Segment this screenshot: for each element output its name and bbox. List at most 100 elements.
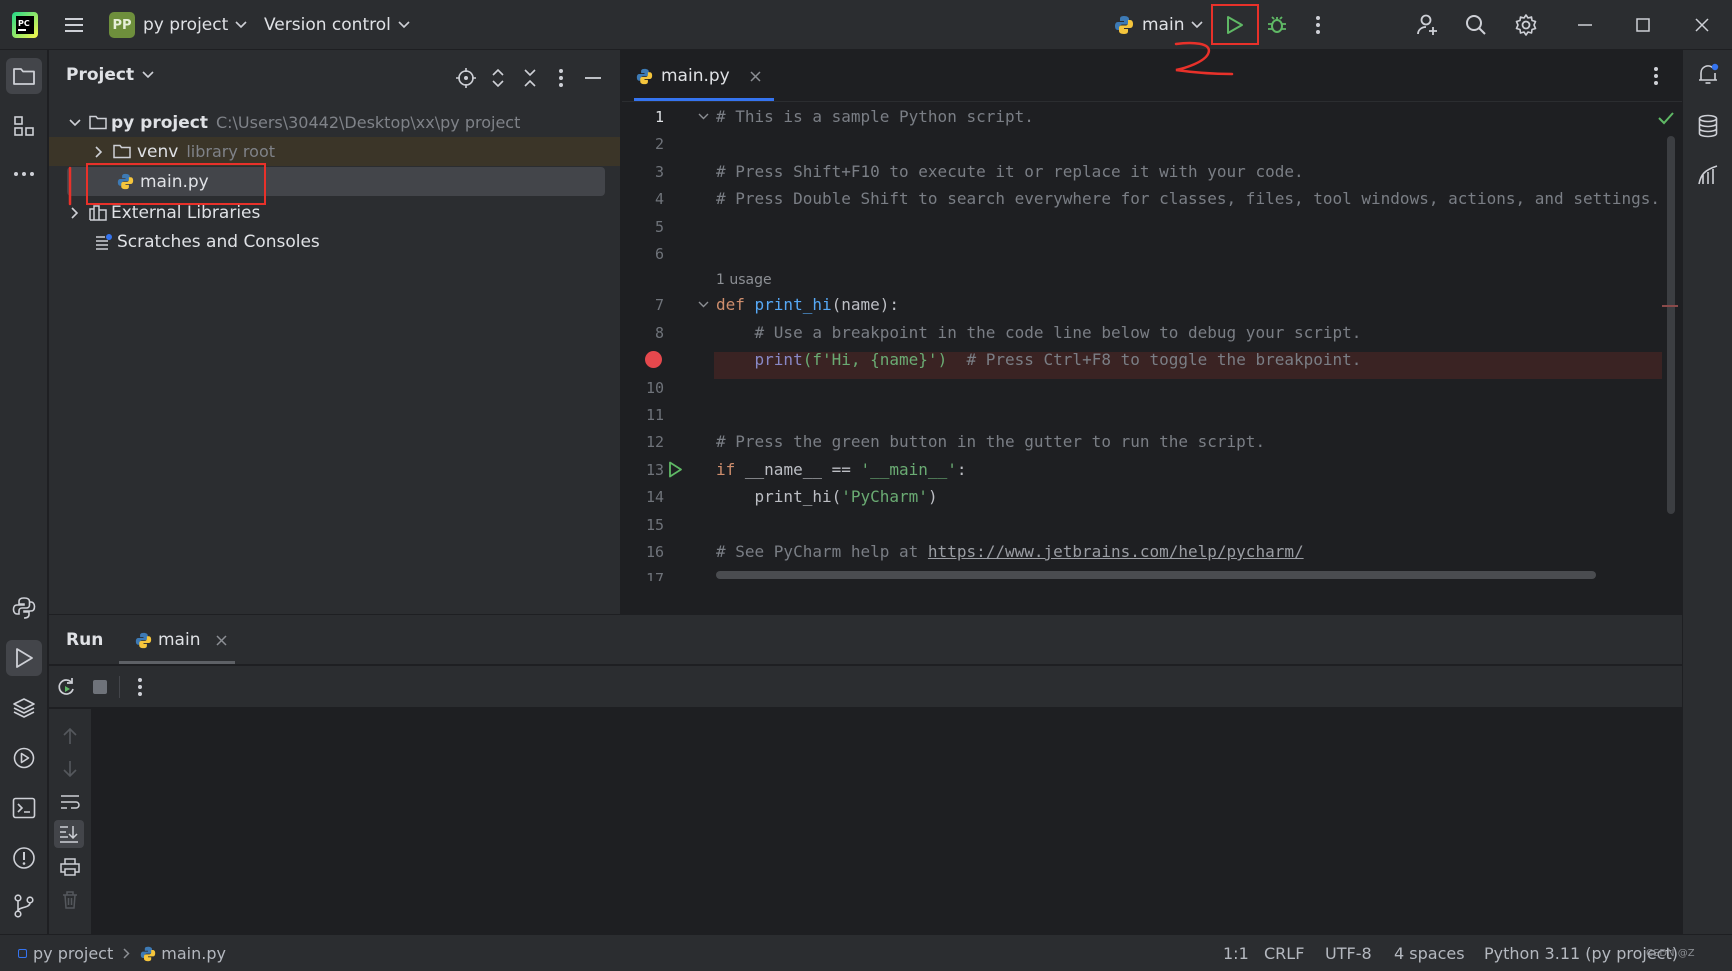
project-switcher[interactable]: PP py project <box>109 0 247 50</box>
collapse-all-button[interactable] <box>516 64 544 92</box>
locate-file-button[interactable] <box>452 64 480 92</box>
svg-text:PC: PC <box>18 19 30 28</box>
minimize-icon <box>585 77 601 79</box>
chart-icon <box>1698 165 1718 185</box>
maximize-icon <box>1636 18 1650 32</box>
git-tool-button[interactable] <box>6 888 42 924</box>
line-number: 15 <box>645 515 664 534</box>
layers-icon <box>13 698 35 718</box>
left-tool-strip <box>0 50 48 934</box>
tree-item-label: main.py <box>140 171 209 192</box>
scientific-button[interactable] <box>1690 156 1726 192</box>
minimize-button[interactable] <box>1568 8 1602 42</box>
minimize-icon <box>1578 24 1592 26</box>
problems-icon <box>13 847 35 869</box>
clear-console-button[interactable] <box>57 887 83 913</box>
run-icon <box>1227 16 1243 34</box>
project-view-selector[interactable]: Project <box>66 65 154 85</box>
tree-item-project-root[interactable]: py project C:\Users\30442\Desktop\xx\py … <box>49 108 620 137</box>
more-vertical-icon <box>138 678 142 696</box>
line-number: 5 <box>654 217 664 236</box>
scroll-to-end-button[interactable] <box>54 820 84 848</box>
more-horizontal-icon <box>14 172 34 176</box>
tree-item-scratches[interactable]: Scratches and Consoles <box>49 227 620 256</box>
editor-area: main.py 1 # This is a sample Python scrip… <box>622 50 1682 614</box>
rerun-button[interactable] <box>53 674 79 700</box>
printer-icon <box>60 858 80 876</box>
editor-options-button[interactable] <box>1644 64 1668 88</box>
print-button[interactable] <box>57 854 83 880</box>
code-line: # Press the green button in the gutter t… <box>716 432 1266 452</box>
close-tab-icon[interactable] <box>750 70 761 82</box>
settings-button[interactable] <box>1509 8 1543 42</box>
run-tool-button[interactable] <box>6 640 42 676</box>
folder-icon <box>113 144 131 159</box>
breadcrumb-file[interactable]: main.py <box>161 944 226 963</box>
maximize-button[interactable] <box>1626 8 1660 42</box>
app-logo[interactable]: PC <box>12 0 38 50</box>
gear-icon <box>1515 14 1537 36</box>
code-with-me-button[interactable] <box>1411 8 1445 42</box>
debug-button[interactable] <box>1260 8 1294 42</box>
tab-main-py[interactable]: main.py <box>636 50 761 102</box>
breakpoint-icon[interactable] <box>645 351 662 369</box>
database-button[interactable] <box>1690 108 1726 144</box>
gutter-run-icon[interactable] <box>668 461 683 478</box>
line-number: 16 <box>645 543 664 561</box>
indent-setting[interactable]: 4 spaces <box>1394 935 1465 971</box>
project-tool-button[interactable] <box>6 58 42 94</box>
problems-tool-button[interactable] <box>6 840 42 876</box>
stop-button[interactable] <box>87 674 113 700</box>
usage-hint[interactable]: 1 usage <box>716 267 772 294</box>
tree-item-main-py[interactable]: main.py <box>67 167 605 196</box>
annotation-scribble-2 <box>1174 41 1234 76</box>
version-control-menu[interactable]: Version control <box>264 0 410 50</box>
line-separator[interactable]: CRLF <box>1264 935 1304 971</box>
notifications-button[interactable] <box>1690 56 1726 92</box>
line-number: 13 <box>645 460 664 479</box>
more-actions-button[interactable] <box>1304 8 1332 42</box>
editor-horizontal-scrollbar[interactable] <box>716 571 1596 579</box>
title-bar: PC PP py project Version control main <box>0 0 1732 50</box>
code-view[interactable]: 1 # This is a sample Python script. 2 3 # Pr… <box>622 103 1662 581</box>
close-window-button[interactable] <box>1685 8 1719 42</box>
structure-tool-button[interactable] <box>6 108 42 144</box>
hide-panel-button[interactable] <box>579 64 607 92</box>
project-options-button[interactable] <box>547 64 575 92</box>
arrow-down-icon <box>63 761 77 778</box>
inspection-ok-icon[interactable] <box>1656 108 1676 128</box>
code-line: print_hi('PyCharm') <box>754 487 938 507</box>
tree-item-venv[interactable]: venv library root <box>49 137 620 166</box>
line-number: 6 <box>654 245 664 263</box>
run-tab-main[interactable]: main <box>135 615 228 665</box>
main-menu-icon[interactable] <box>58 9 90 41</box>
file-encoding[interactable]: UTF-8 <box>1325 935 1372 971</box>
scroll-down-button[interactable] <box>57 756 83 782</box>
run-button[interactable] <box>1218 8 1252 42</box>
close-tab-icon[interactable] <box>216 634 228 646</box>
python-file-icon <box>117 173 134 190</box>
scroll-up-button[interactable] <box>57 723 83 749</box>
fold-icon[interactable] <box>698 301 709 308</box>
services-tool-button[interactable] <box>6 740 42 776</box>
project-name: py project <box>143 15 229 35</box>
layers-tool-button[interactable] <box>6 690 42 726</box>
annotation-scribble-1 <box>68 166 72 206</box>
expand-all-button[interactable] <box>484 64 512 92</box>
python-console-button[interactable] <box>6 590 42 626</box>
chevron-down-icon <box>142 71 154 79</box>
breadcrumb-project[interactable]: py project <box>33 944 113 963</box>
caret-position[interactable]: 1:1 <box>1223 935 1249 971</box>
more-tools-button[interactable] <box>6 156 42 192</box>
terminal-tool-button[interactable] <box>6 790 42 826</box>
git-branch-icon <box>14 894 34 918</box>
editor-vertical-scrollbar[interactable] <box>1667 136 1675 514</box>
line-number: 7 <box>654 296 664 315</box>
tree-item-external-libraries[interactable]: External Libraries <box>49 198 620 227</box>
more-vertical-icon <box>1316 16 1320 34</box>
soft-wrap-button[interactable] <box>57 789 83 815</box>
fold-icon[interactable] <box>698 113 709 120</box>
console-output[interactable] <box>92 709 1682 934</box>
search-button[interactable] <box>1459 8 1493 42</box>
run-options-button[interactable] <box>127 674 153 700</box>
